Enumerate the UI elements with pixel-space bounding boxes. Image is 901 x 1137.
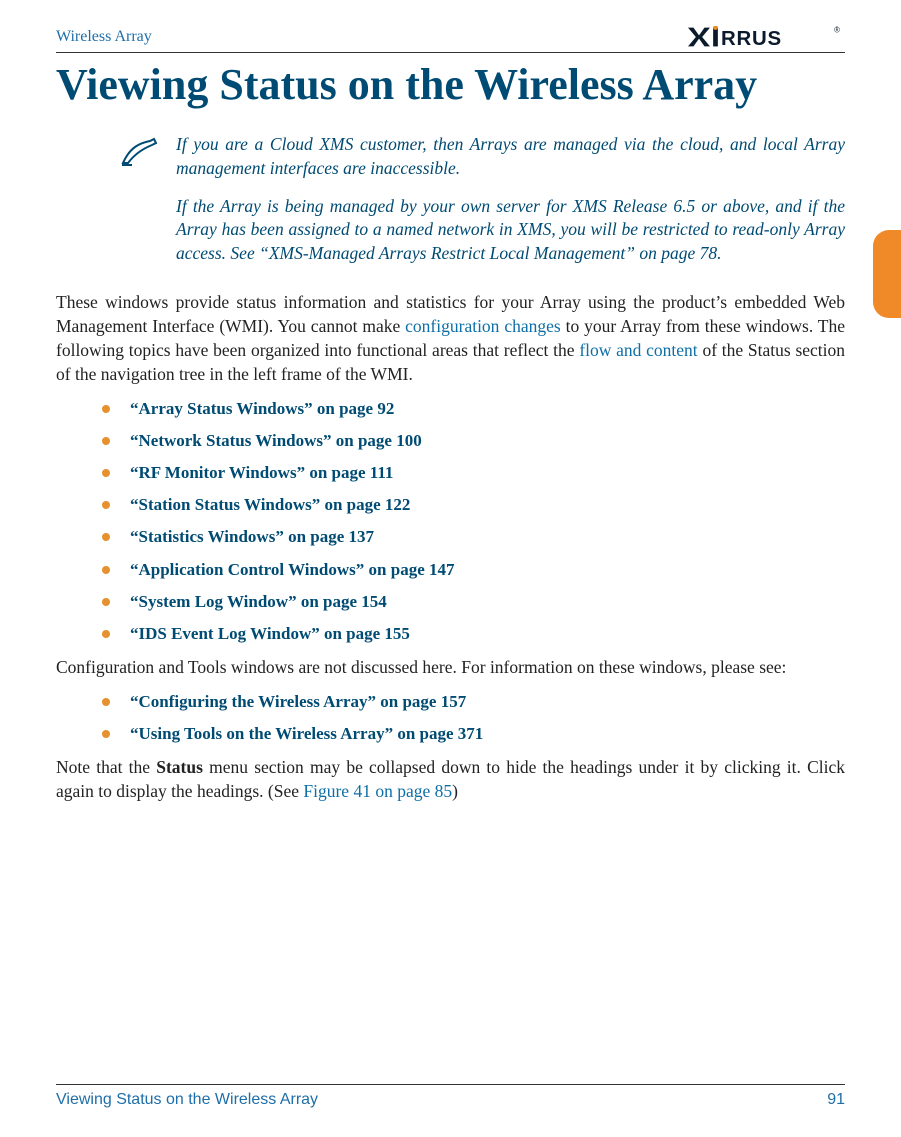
section-tab bbox=[873, 230, 901, 318]
page-title: Viewing Status on the Wireless Array bbox=[56, 61, 845, 109]
svg-text:RRUS: RRUS bbox=[721, 28, 782, 48]
list-item[interactable]: “IDS Event Log Window” on page 155 bbox=[56, 623, 845, 645]
link-figure-41[interactable]: Figure 41 on page 85 bbox=[303, 781, 452, 801]
list-item[interactable]: “Station Status Windows” on page 122 bbox=[56, 494, 845, 516]
link-configuration-changes[interactable]: configuration changes bbox=[405, 316, 561, 336]
note-paragraph-2: If the Array is being managed by your ow… bbox=[176, 195, 845, 266]
running-header-left: Wireless Array bbox=[56, 28, 152, 46]
svg-text:®: ® bbox=[834, 26, 840, 34]
body-paragraph-1: These windows provide status information… bbox=[56, 290, 845, 387]
page-number: 91 bbox=[827, 1091, 845, 1109]
bold-status: Status bbox=[156, 757, 203, 777]
body-paragraph-2: Configuration and Tools windows are not … bbox=[56, 655, 845, 679]
status-topics-list: “Array Status Windows” on page 92 “Netwo… bbox=[56, 398, 845, 645]
footer-left: Viewing Status on the Wireless Array bbox=[56, 1091, 318, 1109]
config-tools-list: “Configuring the Wireless Array” on page… bbox=[56, 691, 845, 745]
text-segment: Note that the bbox=[56, 757, 156, 777]
xirrus-logo-icon: RRUS ® bbox=[688, 26, 845, 48]
note-text: If you are a Cloud XMS customer, then Ar… bbox=[176, 133, 845, 279]
list-item[interactable]: “Statistics Windows” on page 137 bbox=[56, 526, 845, 548]
running-header: Wireless Array RRUS ® bbox=[56, 26, 845, 53]
text-segment: ) bbox=[452, 781, 458, 801]
list-item[interactable]: “Configuring the Wireless Array” on page… bbox=[56, 691, 845, 713]
hand-write-icon bbox=[120, 133, 160, 279]
list-item[interactable]: “Application Control Windows” on page 14… bbox=[56, 559, 845, 581]
page: Wireless Array RRUS ® Viewing Status on … bbox=[0, 0, 901, 1137]
list-item[interactable]: “Array Status Windows” on page 92 bbox=[56, 398, 845, 420]
brand-logo: RRUS ® bbox=[688, 26, 845, 48]
list-item[interactable]: “RF Monitor Windows” on page 111 bbox=[56, 462, 845, 484]
list-item[interactable]: “Network Status Windows” on page 100 bbox=[56, 430, 845, 452]
note-paragraph-1: If you are a Cloud XMS customer, then Ar… bbox=[176, 133, 845, 180]
list-item[interactable]: “Using Tools on the Wireless Array” on p… bbox=[56, 723, 845, 745]
link-flow-and-content[interactable]: flow and content bbox=[579, 340, 697, 360]
list-item[interactable]: “System Log Window” on page 154 bbox=[56, 591, 845, 613]
page-footer: Viewing Status on the Wireless Array 91 bbox=[56, 1084, 845, 1109]
note-callout: If you are a Cloud XMS customer, then Ar… bbox=[120, 133, 845, 279]
body-paragraph-3: Note that the Status menu section may be… bbox=[56, 755, 845, 803]
